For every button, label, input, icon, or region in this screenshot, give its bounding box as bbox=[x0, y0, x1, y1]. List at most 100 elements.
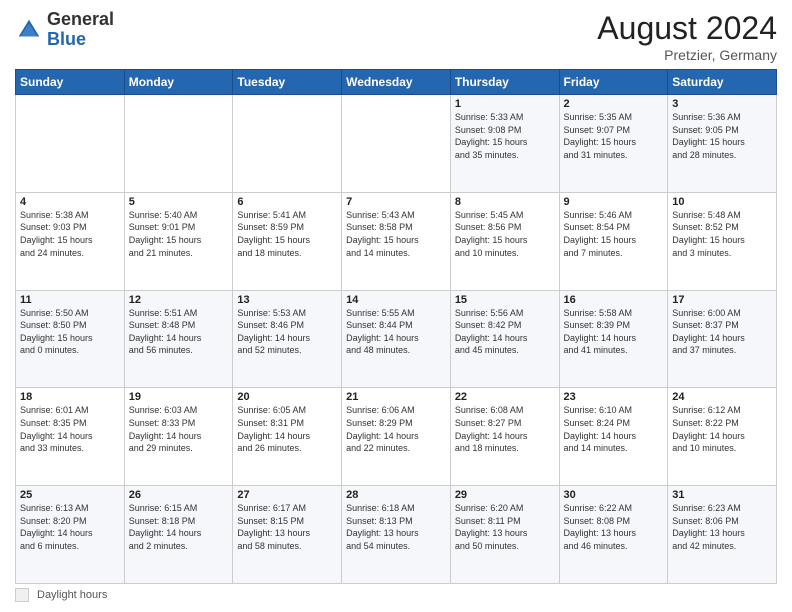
day-number: 5 bbox=[129, 196, 229, 208]
day-number: 1 bbox=[455, 98, 555, 110]
day-info: Sunrise: 6:23 AM Sunset: 8:06 PM Dayligh… bbox=[672, 502, 772, 552]
calendar-cell: 1Sunrise: 5:33 AM Sunset: 9:08 PM Daylig… bbox=[450, 95, 559, 193]
day-info: Sunrise: 6:08 AM Sunset: 8:27 PM Dayligh… bbox=[455, 404, 555, 454]
calendar-cell: 12Sunrise: 5:51 AM Sunset: 8:48 PM Dayli… bbox=[124, 290, 233, 388]
logo-text: General Blue bbox=[47, 10, 114, 50]
day-info: Sunrise: 5:53 AM Sunset: 8:46 PM Dayligh… bbox=[237, 307, 337, 357]
calendar-cell: 2Sunrise: 5:35 AM Sunset: 9:07 PM Daylig… bbox=[559, 95, 668, 193]
calendar-cell: 10Sunrise: 5:48 AM Sunset: 8:52 PM Dayli… bbox=[668, 192, 777, 290]
day-info: Sunrise: 6:03 AM Sunset: 8:33 PM Dayligh… bbox=[129, 404, 229, 454]
day-number: 30 bbox=[564, 489, 664, 501]
calendar-cell: 15Sunrise: 5:56 AM Sunset: 8:42 PM Dayli… bbox=[450, 290, 559, 388]
day-info: Sunrise: 5:50 AM Sunset: 8:50 PM Dayligh… bbox=[20, 307, 120, 357]
daylight-label: Daylight hours bbox=[37, 589, 107, 601]
week-row-1: 1Sunrise: 5:33 AM Sunset: 9:08 PM Daylig… bbox=[16, 95, 777, 193]
day-info: Sunrise: 5:36 AM Sunset: 9:05 PM Dayligh… bbox=[672, 111, 772, 161]
weekday-header-row: SundayMondayTuesdayWednesdayThursdayFrid… bbox=[16, 70, 777, 95]
day-info: Sunrise: 5:35 AM Sunset: 9:07 PM Dayligh… bbox=[564, 111, 664, 161]
day-number: 25 bbox=[20, 489, 120, 501]
calendar-cell: 17Sunrise: 6:00 AM Sunset: 8:37 PM Dayli… bbox=[668, 290, 777, 388]
weekday-header-tuesday: Tuesday bbox=[233, 70, 342, 95]
calendar-cell: 30Sunrise: 6:22 AM Sunset: 8:08 PM Dayli… bbox=[559, 486, 668, 584]
day-info: Sunrise: 6:00 AM Sunset: 8:37 PM Dayligh… bbox=[672, 307, 772, 357]
week-row-3: 11Sunrise: 5:50 AM Sunset: 8:50 PM Dayli… bbox=[16, 290, 777, 388]
calendar-cell: 22Sunrise: 6:08 AM Sunset: 8:27 PM Dayli… bbox=[450, 388, 559, 486]
day-number: 19 bbox=[129, 391, 229, 403]
calendar-cell: 3Sunrise: 5:36 AM Sunset: 9:05 PM Daylig… bbox=[668, 95, 777, 193]
day-number: 11 bbox=[20, 294, 120, 306]
weekday-header-saturday: Saturday bbox=[668, 70, 777, 95]
day-number: 10 bbox=[672, 196, 772, 208]
day-info: Sunrise: 6:20 AM Sunset: 8:11 PM Dayligh… bbox=[455, 502, 555, 552]
daylight-box bbox=[15, 588, 29, 602]
calendar-cell: 11Sunrise: 5:50 AM Sunset: 8:50 PM Dayli… bbox=[16, 290, 125, 388]
logo-blue: Blue bbox=[47, 29, 86, 49]
calendar-cell: 26Sunrise: 6:15 AM Sunset: 8:18 PM Dayli… bbox=[124, 486, 233, 584]
weekday-header-thursday: Thursday bbox=[450, 70, 559, 95]
calendar-cell bbox=[16, 95, 125, 193]
day-number: 13 bbox=[237, 294, 337, 306]
month-title: August 2024 bbox=[597, 10, 777, 47]
day-info: Sunrise: 6:05 AM Sunset: 8:31 PM Dayligh… bbox=[237, 404, 337, 454]
calendar-cell: 16Sunrise: 5:58 AM Sunset: 8:39 PM Dayli… bbox=[559, 290, 668, 388]
calendar-table: SundayMondayTuesdayWednesdayThursdayFrid… bbox=[15, 69, 777, 584]
calendar-cell: 23Sunrise: 6:10 AM Sunset: 8:24 PM Dayli… bbox=[559, 388, 668, 486]
day-number: 17 bbox=[672, 294, 772, 306]
day-info: Sunrise: 5:51 AM Sunset: 8:48 PM Dayligh… bbox=[129, 307, 229, 357]
day-info: Sunrise: 5:55 AM Sunset: 8:44 PM Dayligh… bbox=[346, 307, 446, 357]
calendar-cell bbox=[233, 95, 342, 193]
calendar-cell: 31Sunrise: 6:23 AM Sunset: 8:06 PM Dayli… bbox=[668, 486, 777, 584]
calendar-cell bbox=[124, 95, 233, 193]
day-number: 15 bbox=[455, 294, 555, 306]
day-info: Sunrise: 5:46 AM Sunset: 8:54 PM Dayligh… bbox=[564, 209, 664, 259]
calendar-cell: 5Sunrise: 5:40 AM Sunset: 9:01 PM Daylig… bbox=[124, 192, 233, 290]
calendar-cell: 9Sunrise: 5:46 AM Sunset: 8:54 PM Daylig… bbox=[559, 192, 668, 290]
weekday-header-wednesday: Wednesday bbox=[342, 70, 451, 95]
calendar-cell bbox=[342, 95, 451, 193]
day-number: 27 bbox=[237, 489, 337, 501]
day-number: 22 bbox=[455, 391, 555, 403]
calendar-cell: 27Sunrise: 6:17 AM Sunset: 8:15 PM Dayli… bbox=[233, 486, 342, 584]
calendar-cell: 4Sunrise: 5:38 AM Sunset: 9:03 PM Daylig… bbox=[16, 192, 125, 290]
day-number: 8 bbox=[455, 196, 555, 208]
day-info: Sunrise: 6:13 AM Sunset: 8:20 PM Dayligh… bbox=[20, 502, 120, 552]
day-number: 14 bbox=[346, 294, 446, 306]
day-info: Sunrise: 6:18 AM Sunset: 8:13 PM Dayligh… bbox=[346, 502, 446, 552]
day-number: 20 bbox=[237, 391, 337, 403]
calendar-cell: 8Sunrise: 5:45 AM Sunset: 8:56 PM Daylig… bbox=[450, 192, 559, 290]
day-info: Sunrise: 5:33 AM Sunset: 9:08 PM Dayligh… bbox=[455, 111, 555, 161]
day-number: 24 bbox=[672, 391, 772, 403]
day-info: Sunrise: 6:10 AM Sunset: 8:24 PM Dayligh… bbox=[564, 404, 664, 454]
calendar-cell: 19Sunrise: 6:03 AM Sunset: 8:33 PM Dayli… bbox=[124, 388, 233, 486]
day-info: Sunrise: 6:01 AM Sunset: 8:35 PM Dayligh… bbox=[20, 404, 120, 454]
day-number: 6 bbox=[237, 196, 337, 208]
header: General Blue August 2024 Pretzier, Germa… bbox=[15, 10, 777, 63]
day-info: Sunrise: 6:17 AM Sunset: 8:15 PM Dayligh… bbox=[237, 502, 337, 552]
logo-general: General bbox=[47, 9, 114, 29]
calendar-cell: 6Sunrise: 5:41 AM Sunset: 8:59 PM Daylig… bbox=[233, 192, 342, 290]
day-number: 18 bbox=[20, 391, 120, 403]
page: General Blue August 2024 Pretzier, Germa… bbox=[0, 0, 792, 612]
day-number: 31 bbox=[672, 489, 772, 501]
calendar-cell: 28Sunrise: 6:18 AM Sunset: 8:13 PM Dayli… bbox=[342, 486, 451, 584]
day-info: Sunrise: 5:56 AM Sunset: 8:42 PM Dayligh… bbox=[455, 307, 555, 357]
day-number: 2 bbox=[564, 98, 664, 110]
day-number: 7 bbox=[346, 196, 446, 208]
title-block: August 2024 Pretzier, Germany bbox=[597, 10, 777, 63]
calendar-cell: 13Sunrise: 5:53 AM Sunset: 8:46 PM Dayli… bbox=[233, 290, 342, 388]
day-info: Sunrise: 5:43 AM Sunset: 8:58 PM Dayligh… bbox=[346, 209, 446, 259]
generalblue-logo-icon bbox=[15, 16, 43, 44]
calendar-cell: 20Sunrise: 6:05 AM Sunset: 8:31 PM Dayli… bbox=[233, 388, 342, 486]
day-info: Sunrise: 5:40 AM Sunset: 9:01 PM Dayligh… bbox=[129, 209, 229, 259]
day-info: Sunrise: 6:06 AM Sunset: 8:29 PM Dayligh… bbox=[346, 404, 446, 454]
week-row-4: 18Sunrise: 6:01 AM Sunset: 8:35 PM Dayli… bbox=[16, 388, 777, 486]
day-number: 23 bbox=[564, 391, 664, 403]
footer: Daylight hours bbox=[15, 588, 777, 602]
calendar-cell: 25Sunrise: 6:13 AM Sunset: 8:20 PM Dayli… bbox=[16, 486, 125, 584]
week-row-5: 25Sunrise: 6:13 AM Sunset: 8:20 PM Dayli… bbox=[16, 486, 777, 584]
logo: General Blue bbox=[15, 10, 114, 50]
day-info: Sunrise: 6:22 AM Sunset: 8:08 PM Dayligh… bbox=[564, 502, 664, 552]
calendar-cell: 24Sunrise: 6:12 AM Sunset: 8:22 PM Dayli… bbox=[668, 388, 777, 486]
calendar-cell: 14Sunrise: 5:55 AM Sunset: 8:44 PM Dayli… bbox=[342, 290, 451, 388]
day-number: 26 bbox=[129, 489, 229, 501]
